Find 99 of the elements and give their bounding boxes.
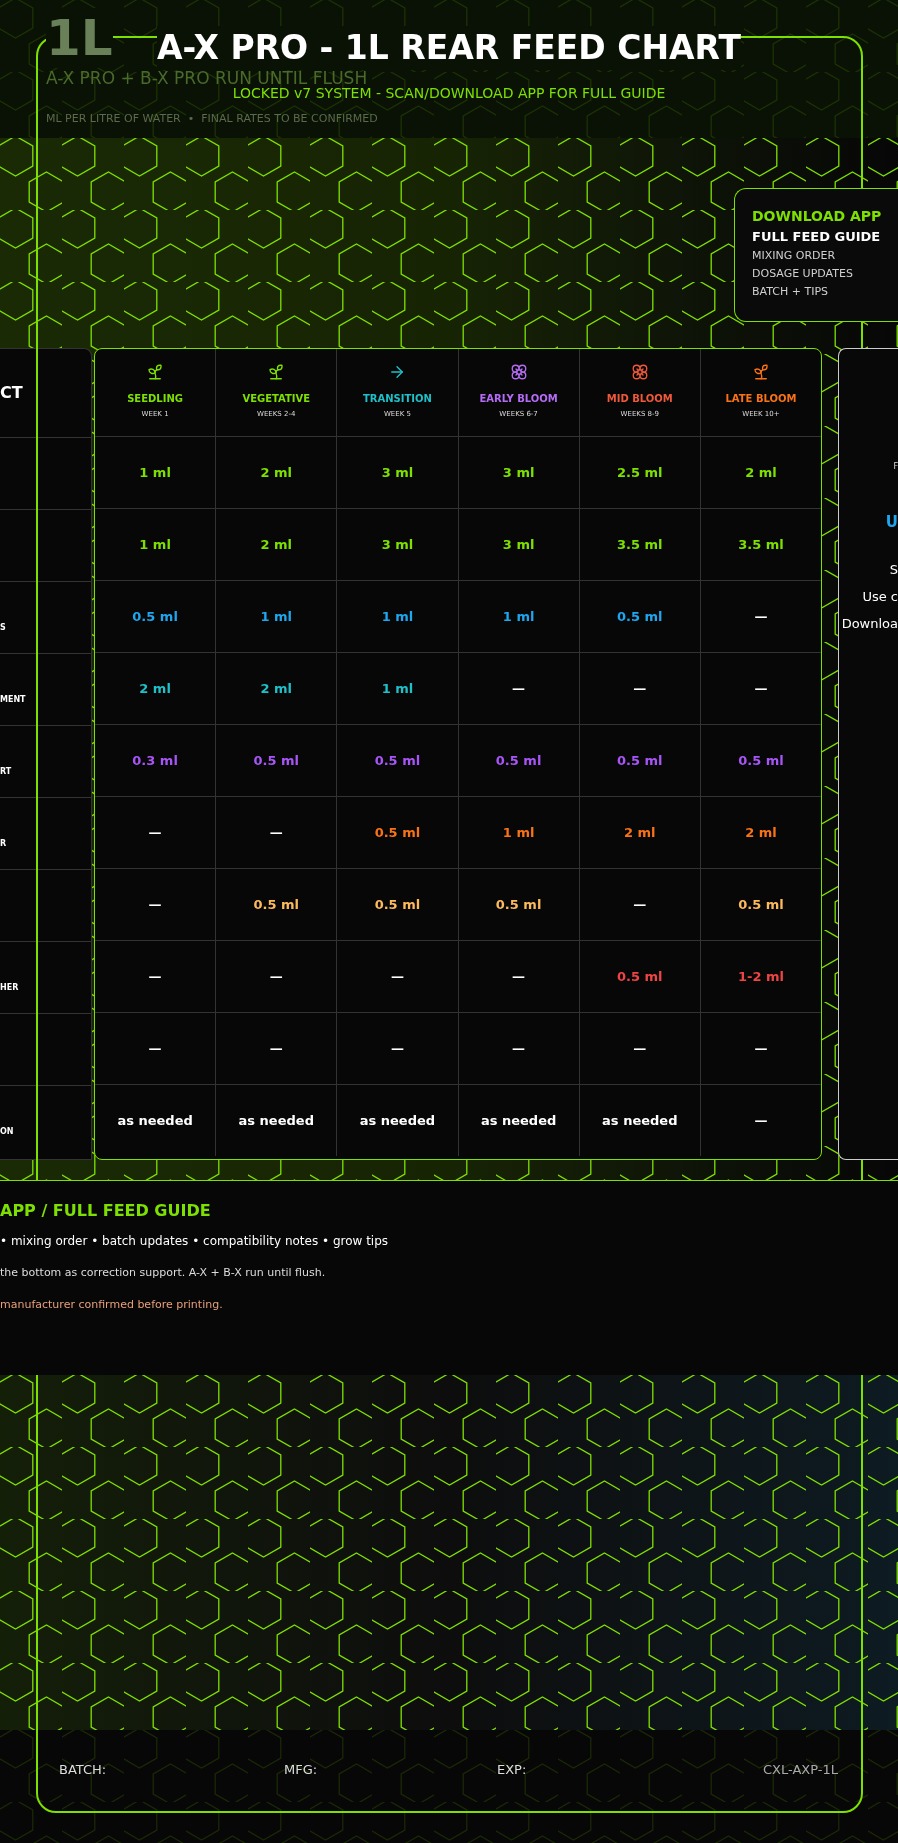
stage-name: MID BLOOM xyxy=(606,392,673,406)
guide-notes: the bottom as correction support. A-X + B-X run until flush. xyxy=(0,1265,326,1281)
stage-name: SEEDLING xyxy=(127,392,183,406)
sprout-icon xyxy=(751,363,770,381)
dose-value: 1 ml xyxy=(139,463,171,482)
dose-value: 0.5 ml xyxy=(253,895,300,914)
dose-value: — xyxy=(148,1039,162,1058)
product-name: RT xyxy=(0,765,12,778)
dose-value: 1 ml xyxy=(502,607,535,626)
dose-value: — xyxy=(512,1039,526,1058)
stage-name: EARLY BLOOM xyxy=(479,392,558,406)
dose-value: — xyxy=(390,1039,404,1058)
dose-value: 2 ml xyxy=(139,679,171,698)
guide-features: • mixing order • batch updates • compatibility notes • grow tips xyxy=(0,1233,389,1250)
batch-label: BATCH: xyxy=(59,1761,108,1779)
feature-line: DOSAGE UPDATES xyxy=(752,266,853,282)
feature-line: MIXING ORDER xyxy=(752,248,836,264)
dose-value: 0.5 ml xyxy=(132,607,178,626)
dose-value: — xyxy=(269,1039,283,1058)
product-code: CXL-AXP-1L xyxy=(763,1761,838,1779)
full-feed-guide-heading: FULL FEED GUIDE xyxy=(752,228,881,246)
dose-value: — xyxy=(633,1039,647,1058)
dose-value: 2 ml xyxy=(624,823,656,842)
dose-value: 2 ml xyxy=(260,463,293,482)
dose-value: 1 ml xyxy=(139,535,171,554)
dose-value: 0.5 ml xyxy=(495,895,542,914)
product-name: S xyxy=(0,621,6,634)
guide-heading: APP / FULL FEED GUIDE xyxy=(0,1200,211,1222)
dose-value: 3 ml xyxy=(502,535,535,554)
product-name: HER xyxy=(0,981,19,994)
dose-value: — xyxy=(633,679,647,698)
dose-value: as needed xyxy=(359,1111,436,1130)
dose-value: — xyxy=(754,1039,768,1058)
exp-label: EXP: xyxy=(497,1761,527,1779)
dose-value: 0.5 ml xyxy=(617,607,663,626)
dose-value: 2 ml xyxy=(260,679,293,698)
dose-value: — xyxy=(512,679,526,698)
dose-value: 2 ml xyxy=(745,823,777,842)
stage-name: LATE BLOOM xyxy=(725,392,797,406)
dose-value: — xyxy=(754,1111,768,1130)
background-note: ML PER LITRE OF WATER • FINAL RATES TO BE CONFIRMED xyxy=(46,112,378,126)
dose-value: 0.3 ml xyxy=(132,751,178,770)
dose-value: as needed xyxy=(480,1111,557,1130)
dose-value: 1-2 ml xyxy=(737,967,784,986)
background-title: 1L xyxy=(46,8,113,68)
product-column-heading: CT xyxy=(0,382,23,404)
dose-value: 1 ml xyxy=(260,607,293,626)
dose-value: — xyxy=(269,967,283,986)
dose-value: as needed xyxy=(238,1111,314,1130)
dose-value: 0.5 ml xyxy=(617,751,663,770)
product-name: ON xyxy=(0,1125,14,1138)
app-info-text: U xyxy=(885,512,898,533)
dose-value: 0.5 ml xyxy=(374,823,421,842)
dose-value: — xyxy=(512,967,526,986)
dose-value: 3 ml xyxy=(502,463,535,482)
guide-warning: manufacturer confirmed before printing. xyxy=(0,1296,223,1313)
download-app-title: DOWNLOAD APP xyxy=(752,207,882,226)
sprout-icon xyxy=(146,363,165,381)
dose-value: 0.5 ml xyxy=(738,895,784,914)
product-name: R xyxy=(0,837,7,850)
dose-value: 1 ml xyxy=(502,823,535,842)
dose-value: — xyxy=(390,967,404,986)
app-info-text: Downloa xyxy=(841,614,898,633)
sprout-icon xyxy=(267,363,286,381)
dose-value: — xyxy=(633,895,647,914)
dose-value: — xyxy=(754,679,768,698)
dose-value: 2 ml xyxy=(745,463,777,482)
dose-value: 0.5 ml xyxy=(253,751,300,770)
dose-value: 1 ml xyxy=(381,679,414,698)
dose-value: 0.5 ml xyxy=(374,895,421,914)
stage-name: TRANSITION xyxy=(362,392,432,406)
dose-value: as needed xyxy=(602,1111,678,1130)
chart-title: A-X PRO - 1L REAR FEED CHART xyxy=(157,26,741,70)
dose-value: 3 ml xyxy=(381,535,414,554)
dose-value: 0.5 ml xyxy=(374,751,421,770)
dose-value: 2 ml xyxy=(260,535,293,554)
app-info-text: S xyxy=(889,560,898,579)
dose-value: 1 ml xyxy=(381,607,414,626)
app-info-text: F xyxy=(893,461,898,473)
dose-value: 3.5 ml xyxy=(617,535,663,554)
dose-value: — xyxy=(148,967,162,986)
dose-value: 2.5 ml xyxy=(617,463,663,482)
mfg-label: MFG: xyxy=(284,1761,319,1779)
flower-icon xyxy=(630,363,649,381)
feature-line: BATCH + TIPS xyxy=(752,284,829,300)
dose-value: 0.5 ml xyxy=(495,751,542,770)
stage-name: VEGETATIVE xyxy=(242,392,311,406)
dose-value: 3 ml xyxy=(381,463,414,482)
dose-value: — xyxy=(269,823,283,842)
dose-value: 0.5 ml xyxy=(617,967,663,986)
product-name: MENT xyxy=(0,693,26,706)
dose-value: — xyxy=(148,895,162,914)
dose-value: 0.5 ml xyxy=(738,751,784,770)
dose-value: as needed xyxy=(117,1111,193,1130)
dose-value: 3.5 ml xyxy=(738,535,784,554)
flower-icon xyxy=(509,363,528,381)
dose-value: — xyxy=(148,823,162,842)
app-info-text: Use c xyxy=(862,587,898,606)
dose-value: — xyxy=(754,607,768,626)
